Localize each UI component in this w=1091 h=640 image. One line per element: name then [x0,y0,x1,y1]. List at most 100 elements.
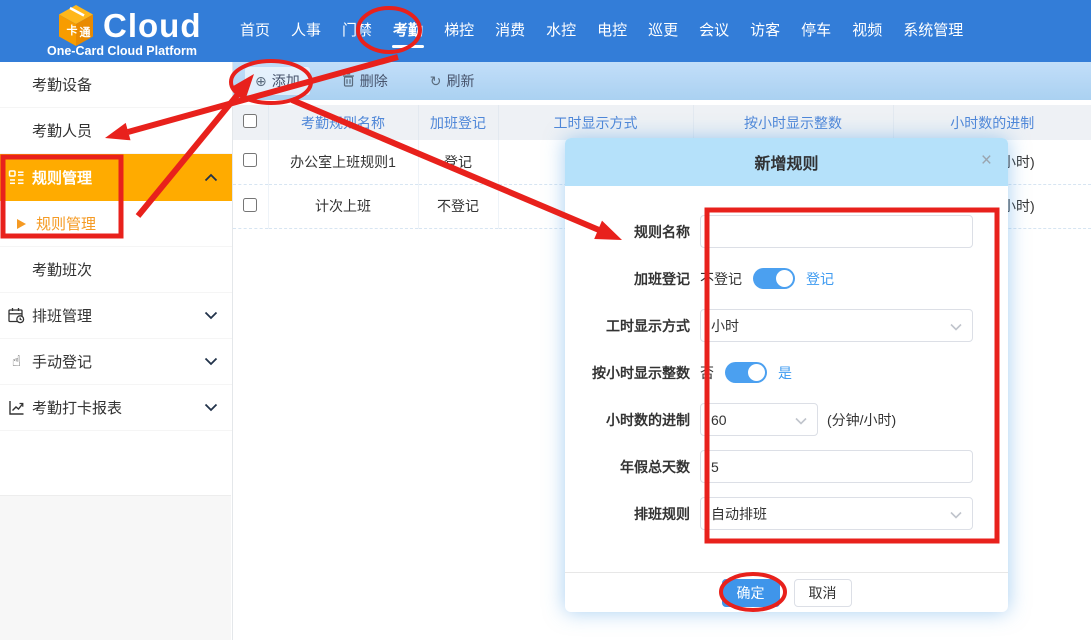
chevron-down-icon [204,353,218,370]
dialog-body: 规则名称 加班登记 不登记 登记 工时显示方式 小时 [565,186,1008,572]
field-rule-name: 规则名称 [565,208,1008,255]
hour-base-select[interactable]: 60 [700,403,818,436]
field-integer-hours: 按小时显示整数 否 是 [565,349,1008,396]
sidebar-item-attendance-devices[interactable]: 考勤设备 [0,62,232,108]
chart-icon [8,399,25,416]
annual-leave-input[interactable] [700,450,973,483]
sidebar-item-attendance-personnel[interactable]: 考勤人员 [0,108,232,154]
sidebar: 考勤设备 考勤人员 规则管理 [0,62,233,640]
sidebar-item-schedule-management[interactable]: 排班管理 [0,293,232,339]
chevron-up-icon [204,169,218,186]
triangle-icon [17,219,26,229]
chevron-down-icon [204,399,218,416]
field-label: 小时数的进制 [565,410,700,430]
sidebar-item-label: 考勤人员 [32,120,92,141]
rules-icon [8,169,25,186]
cell-overtime: 登记 [418,140,498,184]
field-label: 排班规则 [565,504,700,524]
field-hours-display: 工时显示方式 小时 [565,302,1008,349]
calendar-icon [8,307,25,324]
toolbar: ⊕ 添加 删除 ↻ [233,62,1091,100]
dialog-header: 新增规则 × [565,138,1008,186]
svg-text:卡: 卡 [67,23,78,37]
field-label: 工时显示方式 [565,316,700,336]
rule-name-input[interactable] [700,215,973,248]
sidebar-item-label: 考勤设备 [32,74,92,95]
nav-item-access[interactable]: 门禁 [342,0,372,62]
nav-item-elevator[interactable]: 梯控 [444,0,474,62]
nav-item-system[interactable]: 系统管理 [903,0,963,62]
chevron-down-icon [795,412,807,428]
cancel-button[interactable]: 取消 [794,579,852,607]
toggle-knob [748,364,765,381]
col-header-hour-base: 小时数的进制 [893,105,1091,140]
col-header-integer-hours: 按小时显示整数 [693,105,893,140]
add-rule-dialog: 新增规则 × 规则名称 加班登记 不登记 登记 工时显示方式 [565,138,1008,612]
nav-item-meeting[interactable]: 会议 [699,0,729,62]
integer-hours-toggle[interactable] [725,362,767,383]
nav-item-attendance[interactable]: 考勤 [393,0,423,62]
toggle-off-label: 不登记 [700,269,742,289]
select-all-checkbox[interactable] [243,114,257,128]
hand-icon: ☝ [8,353,25,370]
cube-logo-icon: 卡 通 [55,4,97,48]
sidebar-item-rule-management[interactable]: 规则管理 [0,154,232,201]
cell-rule-name: 计次上班 [268,184,418,228]
row-checkbox[interactable] [243,153,257,167]
cell-overtime: 不登记 [418,184,498,228]
nav-item-hr[interactable]: 人事 [291,0,321,62]
field-schedule-rule: 排班规则 自动排班 [565,490,1008,537]
hours-display-select[interactable]: 小时 [700,309,973,342]
toggle-on-label: 登记 [806,269,834,289]
nav-item-water[interactable]: 水控 [546,0,576,62]
nav-item-visitor[interactable]: 访客 [750,0,780,62]
refresh-button[interactable]: ↻ 刷新 [420,67,485,95]
add-button-label: 添加 [272,71,300,91]
brand-name: Cloud [103,7,201,45]
dialog-footer: 确定 取消 [565,572,1008,612]
overtime-toggle[interactable] [753,268,795,289]
trash-icon [342,73,355,89]
close-icon[interactable]: × [981,151,992,170]
add-button[interactable]: ⊕ 添加 [245,67,310,95]
nav-item-electric[interactable]: 电控 [597,0,627,62]
sidebar-item-label: 考勤班次 [32,259,92,280]
sidebar-item-label: 规则管理 [36,213,96,234]
field-label: 年假总天数 [565,457,700,477]
table-header-row: 考勤规则名称 加班登记 工时显示方式 按小时显示整数 小时数的进制 [233,105,1091,140]
nav-item-video[interactable]: 视频 [852,0,882,62]
field-label: 按小时显示整数 [565,363,700,383]
delete-button-label: 删除 [360,71,388,91]
field-label: 加班登记 [565,269,700,289]
nav-item-patrol[interactable]: 巡更 [648,0,678,62]
hour-base-suffix: (分钟/小时) [827,410,896,430]
chevron-down-icon [950,506,962,522]
toggle-on-label: 是 [778,363,792,383]
sidebar-item-attendance-shifts[interactable]: 考勤班次 [0,247,232,293]
delete-button[interactable]: 删除 [332,67,398,95]
field-annual-leave: 年假总天数 [565,443,1008,490]
nav-item-consume[interactable]: 消费 [495,0,525,62]
main-nav: 首页 人事 门禁 考勤 梯控 消费 水控 电控 巡更 会议 访客 停车 视频 系… [233,0,963,62]
sidebar-item-label: 考勤打卡报表 [32,397,122,418]
field-label: 规则名称 [565,222,700,242]
toggle-knob [776,270,793,287]
chevron-down-icon [204,307,218,324]
nav-item-parking[interactable]: 停车 [801,0,831,62]
nav-item-home[interactable]: 首页 [240,0,270,62]
sidebar-subitem-rule-management[interactable]: 规则管理 [0,201,232,247]
chevron-down-icon [950,318,962,334]
brand-subtitle: One-Card Cloud Platform [47,44,197,58]
select-value: 60 [711,412,727,428]
cell-rule-name: 办公室上班规则1 [268,140,418,184]
field-hour-base: 小时数的进制 60 (分钟/小时) [565,396,1008,443]
brand-logo: 卡 通 Cloud One-Card Cloud Platform [0,0,233,62]
row-checkbox[interactable] [243,198,257,212]
sidebar-item-label: 排班管理 [32,305,92,326]
plus-circle-icon: ⊕ [255,74,267,88]
sidebar-item-manual-registration[interactable]: ☝ 手动登记 [0,339,232,385]
sidebar-item-attendance-report[interactable]: 考勤打卡报表 [0,385,232,431]
schedule-rule-select[interactable]: 自动排班 [700,497,973,530]
col-header-rule-name: 考勤规则名称 [268,105,418,140]
confirm-button[interactable]: 确定 [722,579,780,607]
